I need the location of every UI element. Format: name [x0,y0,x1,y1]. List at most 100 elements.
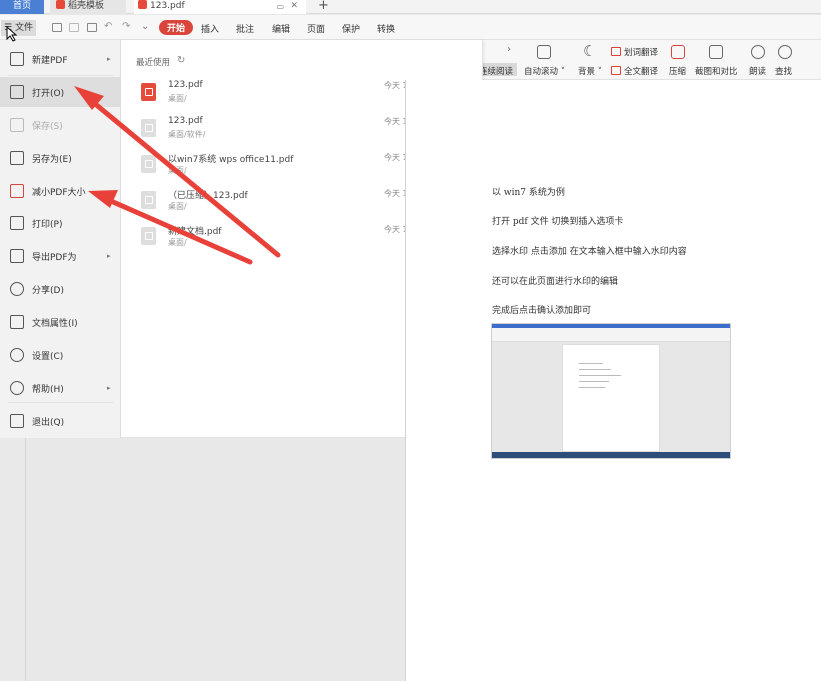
translate-icon [611,47,621,56]
compress-icon [671,45,685,59]
auto-scroll-button[interactable]: 自动滚动 ˅ [524,65,565,77]
document-line: 完成后点击确认添加即可 [492,306,592,316]
compress-pdf-icon [10,184,24,198]
document-line: 还可以在此页面进行水印的编辑 [492,277,619,287]
tab-document-label: 123.pdf [150,1,185,11]
pdf-file-icon [141,155,156,173]
refresh-icon[interactable]: ↻ [177,55,185,66]
print-icon[interactable] [87,23,97,32]
menu-help-label: 帮助(H) [32,384,64,395]
recent-file-name: （已压缩）123.pdf [168,191,248,201]
read-aloud-button[interactable]: 朗读 [749,65,766,77]
tab-document[interactable]: 123.pdf ▭ ✕ [134,0,306,14]
new-tab-button[interactable]: + [318,0,329,13]
menu-open-label: 打开(O) [32,88,65,99]
menu-save[interactable]: 保存(S) [0,110,121,140]
screenshot-text-line [579,363,603,364]
screenshot-toolbar [492,328,730,342]
screenshot-page [562,344,660,452]
word-translate-button[interactable]: 划词翻译 [611,46,658,58]
tab-start[interactable]: 开始 [159,20,194,35]
tab-template[interactable]: 稻壳模板 [50,0,126,14]
menu-settings[interactable]: 设置(C) [0,340,121,370]
full-translate-button[interactable]: 全文翻译 [611,65,658,77]
tab-edit[interactable]: 编辑 [272,22,290,35]
thumbnail-strip [0,438,26,681]
save-icon[interactable] [69,23,79,32]
more-icon[interactable]: ⌄ [141,21,149,32]
save-icon [10,118,24,132]
pdf-icon [138,0,147,9]
redo-icon[interactable]: ↷ [122,21,130,32]
open-icon[interactable] [52,23,62,32]
menu-exit[interactable]: 退出(Q) [0,406,121,436]
recent-file-path: 桌面/软件/ [168,130,206,139]
document-line: 打开 pdf 文件 切换到插入选项卡 [492,217,624,227]
continuous-read-button[interactable]: 连续阅读 [479,65,513,77]
menu-print-label: 打印(P) [32,219,63,230]
moon-icon: ☾ [583,42,597,60]
tab-convert[interactable]: 转换 [377,22,395,35]
tab-protect[interactable]: 保护 [342,22,360,35]
menu-doc-properties-label: 文档属性(I) [32,318,78,329]
tab-insert[interactable]: 插入 [201,22,219,35]
pdf-file-icon [141,191,156,209]
auto-scroll-icon [537,45,551,59]
settings-icon [10,348,24,362]
search-button[interactable]: 查找 [775,65,792,77]
pdf-file-icon [141,119,156,137]
screenshot-text-line [579,375,621,376]
tab-comment[interactable]: 批注 [236,22,254,35]
new-pdf-icon [10,52,24,66]
pdf-file-icon [141,227,156,245]
recent-file-name: 新建文档.pdf [168,227,222,237]
background-button[interactable]: 背景 ˅ [578,65,602,77]
recent-file-path: 桌面/ [168,166,187,175]
tab-page[interactable]: 页面 [307,22,325,35]
compress-button[interactable]: 压缩 [669,65,686,77]
chevron-right-icon: ▸ [107,384,111,392]
share-icon [10,282,24,296]
screenshot-text-line [579,387,605,388]
toolbar: ☰ 文件 ↶ ↷ ⌄ 开始 插入 批注 编辑 页面 保护 转换 [0,15,821,40]
menu-share[interactable]: 分享(D) [0,274,121,304]
menu-divider [8,402,113,403]
menu-doc-properties[interactable]: 文档属性(I) [0,307,121,337]
menu-help[interactable]: 帮助(H) ▸ [0,373,121,403]
menu-new-pdf[interactable]: 新建PDF ▸ [0,44,121,74]
embedded-screenshot [491,323,731,459]
menu-reduce-pdf-size-label: 减小PDF大小 [32,187,86,198]
menu-open[interactable]: 打开(O) [0,77,121,107]
menu-exit-label: 退出(Q) [32,417,65,428]
undo-icon[interactable]: ↶ [104,21,112,32]
folder-open-icon [10,85,24,99]
recent-file-name: 123.pdf [168,80,203,90]
chevron-right-icon: ▸ [107,252,111,260]
print-icon [10,216,24,230]
docer-icon [56,0,65,9]
menu-print[interactable]: 打印(P) [0,208,121,238]
screenshot-text-line [579,381,609,382]
save-as-icon [10,151,24,165]
screenshot-icon [709,45,723,59]
menu-save-as[interactable]: 另存为(E) [0,143,121,173]
menu-divider [8,75,113,76]
tab-bar: 首页 稻壳模板 123.pdf ▭ ✕ + [0,0,821,14]
close-tab-icon[interactable]: ✕ [290,0,298,13]
export-pdf-icon [10,249,24,263]
background-label: 背景 [578,67,596,77]
menu-reduce-pdf-size[interactable]: 减小PDF大小 [0,176,121,206]
tab-home[interactable]: 首页 [0,0,44,14]
word-translate-label: 划词翻译 [624,48,659,58]
workspace-background [121,438,405,681]
monitor-icon[interactable]: ▭ [276,0,284,13]
document-page: 以 win7 系统为例 打开 pdf 文件 切换到插入选项卡 选择水印 点击添加… [405,80,821,681]
full-translate-label: 全文翻译 [624,67,659,77]
menu-export-pdf-label: 导出PDF为 [32,252,77,263]
recent-header: 最近使用 [136,58,171,68]
chevron-right-icon[interactable]: › [507,44,511,55]
screenshot-compare-button[interactable]: 截图和对比 [695,65,738,77]
pdf-file-icon [141,83,156,101]
menu-export-pdf[interactable]: 导出PDF为 ▸ [0,241,121,271]
auto-scroll-label: 自动滚动 [524,67,559,77]
